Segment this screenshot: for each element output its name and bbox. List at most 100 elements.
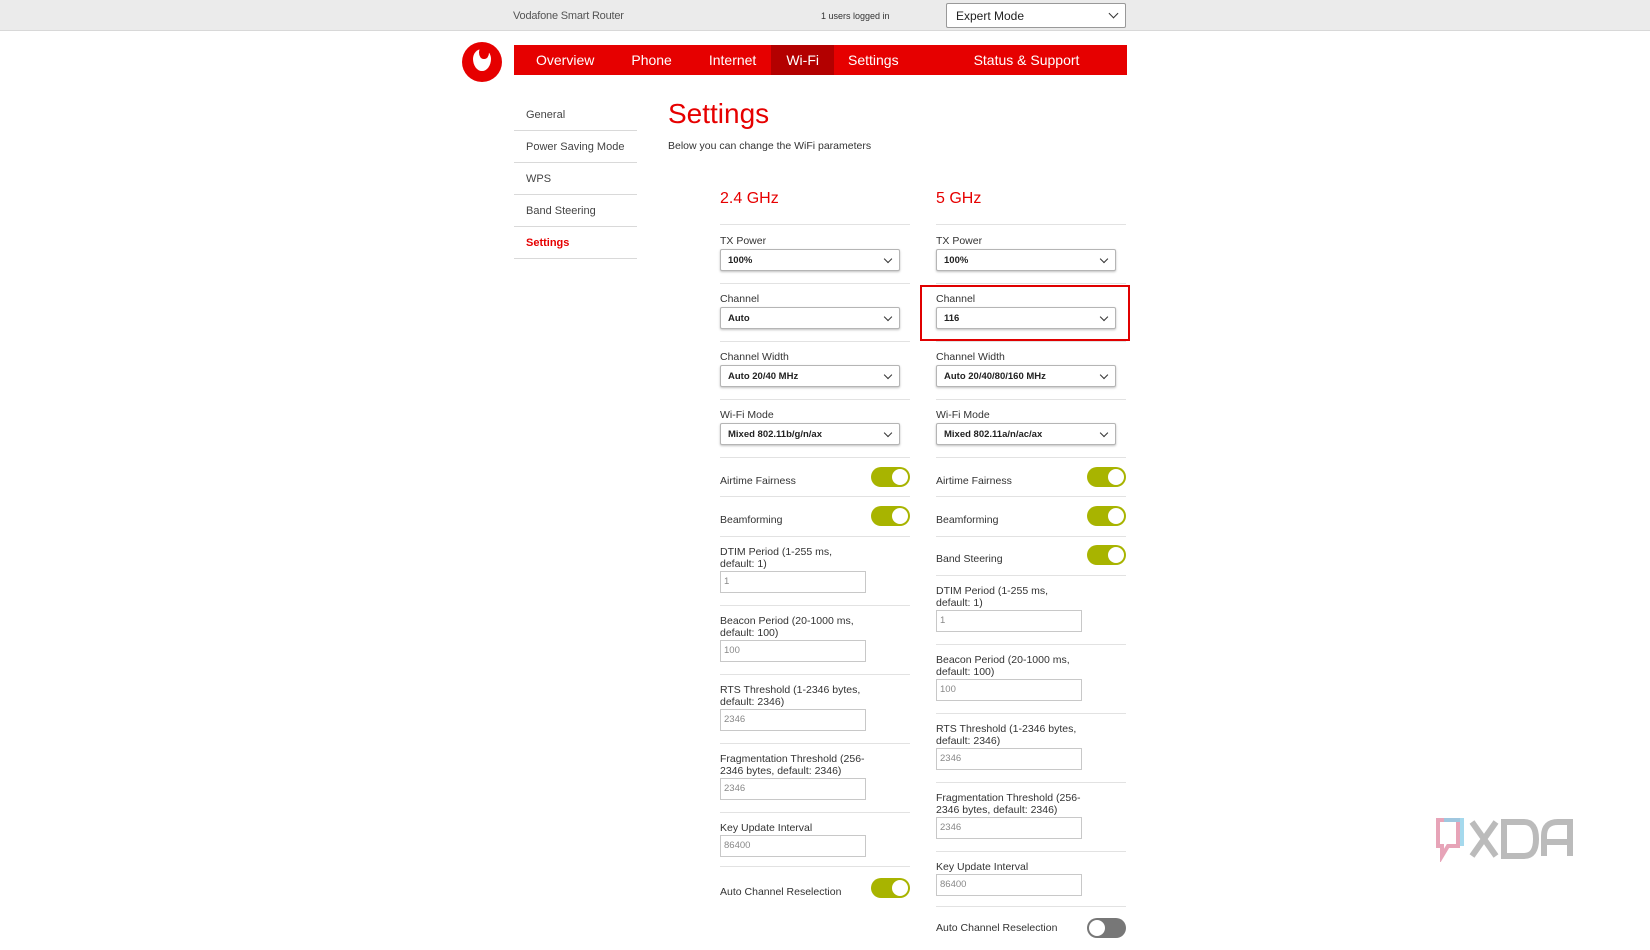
divider	[936, 283, 1126, 284]
nav-phone[interactable]: Phone	[609, 45, 686, 75]
channel-width-value: Auto 20/40/80/160 MHz	[944, 371, 1046, 382]
beamforming-label: Beamforming	[936, 514, 999, 526]
tx-power-label: TX Power	[720, 235, 767, 247]
channel-value: Auto	[728, 313, 750, 324]
band-5-channel-width: Channel Width Auto 20/40/80/160 MHz	[936, 351, 1126, 387]
nav-status-support[interactable]: Status & Support	[914, 45, 1095, 75]
top-bar: Vodafone Smart Router 1 users logged in …	[0, 0, 1650, 31]
sidebar: General Power Saving Mode WPS Band Steer…	[514, 99, 637, 259]
band-24-title: 2.4 GHz	[720, 190, 910, 225]
tx-power-select[interactable]: 100%	[720, 249, 900, 271]
divider	[936, 713, 1126, 714]
channel-width-select[interactable]: Auto 20/40 MHz	[720, 365, 900, 387]
mode-select[interactable]: Expert Mode	[946, 3, 1126, 28]
fragmentation-label: Fragmentation Threshold (256-	[720, 753, 865, 765]
page-title: Settings	[668, 98, 770, 129]
tx-power-value: 100%	[728, 255, 753, 266]
rts-input[interactable]: 2346	[720, 709, 866, 731]
chevron-down-icon	[1099, 254, 1109, 264]
band-24-wifi-mode: Wi-Fi Mode Mixed 802.11b/g/n/ax	[720, 409, 910, 445]
band-5-beamforming: Beamforming	[936, 506, 1126, 538]
sidebar-item-power-saving[interactable]: Power Saving Mode	[514, 131, 637, 163]
band-24-dtim: DTIM Period (1-255 ms, default: 1) 1	[720, 546, 910, 593]
band-steering-toggle[interactable]	[1087, 545, 1126, 565]
dtim-input[interactable]: 1	[936, 610, 1082, 632]
band-24-header: 2.4 GHz	[720, 190, 910, 225]
nav-settings[interactable]: Settings	[834, 45, 914, 75]
nav-internet[interactable]: Internet	[687, 45, 771, 75]
fragmentation-input[interactable]: 2346	[936, 817, 1082, 839]
sidebar-item-wps[interactable]: WPS	[514, 163, 637, 195]
divider	[720, 743, 910, 744]
wifi-mode-select[interactable]: Mixed 802.11b/g/n/ax	[720, 423, 900, 445]
beamforming-toggle[interactable]	[1087, 506, 1126, 526]
rts-input[interactable]: 2346	[936, 748, 1082, 770]
divider	[936, 575, 1126, 576]
band-24-fragmentation: Fragmentation Threshold (256- 2346 bytes…	[720, 753, 910, 800]
sidebar-item-general[interactable]: General	[514, 99, 637, 131]
channel-highlight-box	[920, 285, 1130, 341]
dtim-label: DTIM Period (1-255 ms,	[720, 546, 833, 558]
divider	[720, 866, 910, 867]
fragmentation-input[interactable]: 2346	[720, 778, 866, 800]
tx-power-label: TX Power	[936, 235, 983, 247]
dtim-input[interactable]: 1	[720, 571, 866, 593]
divider	[936, 399, 1126, 400]
beacon-label-2: default: 100)	[720, 627, 779, 639]
chevron-down-icon	[883, 428, 893, 438]
band-24-beamforming: Beamforming	[720, 506, 910, 538]
band-5-wifi-mode: Wi-Fi Mode Mixed 802.11a/n/ac/ax	[936, 409, 1126, 445]
key-update-input[interactable]: 86400	[936, 874, 1082, 896]
vodafone-logo-icon[interactable]	[462, 42, 502, 82]
wifi-mode-value: Mixed 802.11b/g/n/ax	[728, 429, 822, 440]
divider	[936, 644, 1126, 645]
key-update-label: Key Update Interval	[720, 822, 813, 834]
airtime-fairness-toggle[interactable]	[871, 467, 910, 487]
divider	[720, 283, 910, 284]
band-5-dtim: DTIM Period (1-255 ms, default: 1) 1	[936, 585, 1126, 632]
band-24-rts: RTS Threshold (1-2346 bytes, default: 23…	[720, 684, 910, 731]
beamforming-toggle[interactable]	[871, 506, 910, 526]
nav-overview[interactable]: Overview	[514, 45, 609, 75]
divider	[720, 605, 910, 606]
airtime-fairness-toggle[interactable]	[1087, 467, 1126, 487]
band-24-beacon: Beacon Period (20-1000 ms, default: 100)…	[720, 615, 910, 662]
rts-label: RTS Threshold (1-2346 bytes,	[720, 684, 861, 696]
airtime-fairness-label: Airtime Fairness	[720, 475, 796, 487]
band-24-channel-width: Channel Width Auto 20/40 MHz	[720, 351, 910, 387]
band-24-auto-channel-reselection: Auto Channel Reselection	[720, 878, 910, 910]
fragmentation-label-2: 2346 bytes, default: 2346)	[936, 804, 1058, 816]
key-update-input[interactable]: 86400	[720, 835, 866, 857]
wifi-mode-select[interactable]: Mixed 802.11a/n/ac/ax	[936, 423, 1116, 445]
band-24-tx-power: TX Power 100%	[720, 235, 910, 271]
channel-select[interactable]: Auto	[720, 307, 900, 329]
mode-select-value: Expert Mode	[956, 9, 1025, 23]
wifi-mode-label: Wi-Fi Mode	[720, 409, 774, 421]
auto-channel-reselection-label: Auto Channel Reselection	[720, 886, 842, 898]
band-steering-label: Band Steering	[936, 553, 1003, 565]
divider	[936, 906, 1126, 907]
divider	[936, 457, 1126, 458]
sidebar-item-settings[interactable]: Settings	[514, 227, 637, 259]
beacon-input[interactable]: 100	[936, 679, 1082, 701]
band-5-key-update: Key Update Interval 86400	[936, 861, 1126, 896]
wifi-mode-value: Mixed 802.11a/n/ac/ax	[944, 429, 1043, 440]
divider	[936, 496, 1126, 497]
tx-power-select[interactable]: 100%	[936, 249, 1116, 271]
band-24-key-update: Key Update Interval 86400	[720, 822, 910, 857]
sidebar-item-band-steering[interactable]: Band Steering	[514, 195, 637, 227]
divider	[720, 496, 910, 497]
nav-wifi[interactable]: Wi-Fi	[771, 45, 834, 75]
beacon-input[interactable]: 100	[720, 640, 866, 662]
rts-label-2: default: 2346)	[720, 696, 785, 708]
band-24-airtime-fairness: Airtime Fairness	[720, 467, 910, 499]
divider	[936, 341, 1126, 342]
rts-label-2: default: 2346)	[936, 735, 1001, 747]
channel-label: Channel	[720, 293, 760, 305]
channel-width-select[interactable]: Auto 20/40/80/160 MHz	[936, 365, 1116, 387]
channel-width-label: Channel Width	[936, 351, 1005, 363]
dtim-label-2: default: 1)	[936, 597, 983, 609]
band-5-band-steering: Band Steering	[936, 545, 1126, 577]
auto-channel-reselection-toggle[interactable]	[1087, 918, 1126, 938]
auto-channel-reselection-toggle[interactable]	[871, 878, 910, 898]
